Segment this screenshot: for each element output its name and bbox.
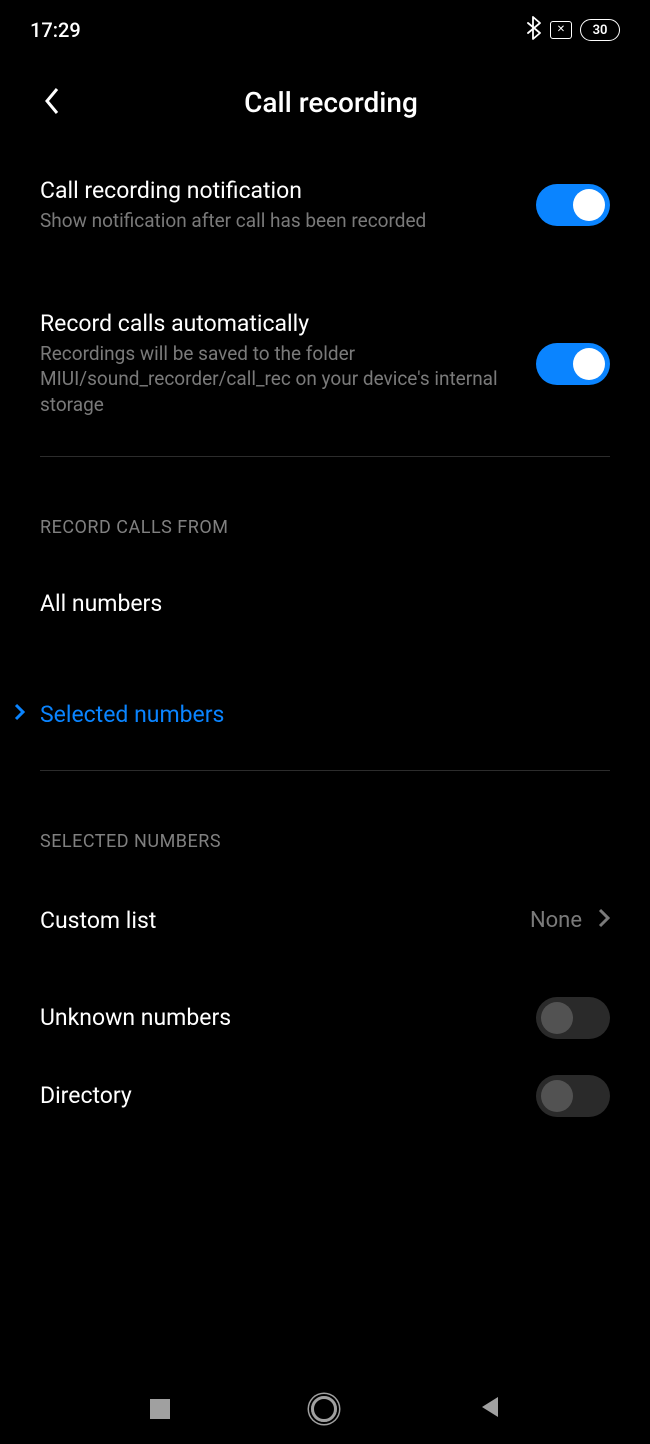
option-all-numbers[interactable]: All numbers [40,548,610,659]
unknown-numbers-toggle[interactable] [536,997,610,1039]
section-header-record-from: RECORD CALLS FROM [40,457,610,548]
chevron-right-icon [598,908,610,932]
status-time: 17:29 [30,18,81,42]
setting-title: Call recording notification [40,177,516,204]
toggle-knob [541,1080,573,1112]
battery-indicator: 30 [580,19,620,41]
option-label: Selected numbers [40,701,224,728]
directory-row[interactable]: Directory [40,1057,610,1135]
header: Call recording [0,56,650,139]
toggle-knob [573,189,605,221]
navigation-bar [0,1374,650,1444]
dnd-icon: ✕ [550,21,572,39]
setting-text: Unknown numbers [40,1004,516,1031]
option-label: All numbers [40,590,162,617]
setting-title: Directory [40,1082,516,1109]
page-title: Call recording [42,86,620,119]
auto-record-toggle[interactable] [536,343,610,385]
option-selected-numbers[interactable]: Selected numbers [14,659,610,770]
setting-text: Record calls automatically Recordings wi… [40,310,516,418]
record-automatically-row[interactable]: Record calls automatically Recordings wi… [40,272,610,456]
back-button[interactable] [42,86,62,120]
directory-toggle[interactable] [536,1075,610,1117]
setting-title: Record calls automatically [40,310,516,337]
status-bar: 17:29 ✕ 30 [0,0,650,56]
section-header-selected-numbers: SELECTED NUMBERS [40,771,610,862]
custom-list-value: None [530,908,582,933]
custom-list-row[interactable]: Custom list None [40,862,610,979]
recents-button[interactable] [150,1399,170,1419]
status-icons: ✕ 30 [526,16,620,44]
chevron-right-icon [14,703,28,725]
toggle-knob [541,1002,573,1034]
toggle-knob [573,348,605,380]
setting-text: Custom list [40,907,530,934]
setting-subtitle: Recordings will be saved to the folder M… [40,341,516,418]
setting-text: Directory [40,1082,516,1109]
call-recording-notification-row[interactable]: Call recording notification Show notific… [40,139,610,272]
setting-title: Unknown numbers [40,1004,516,1031]
setting-title: Custom list [40,907,530,934]
setting-text: Call recording notification Show notific… [40,177,516,234]
home-button[interactable] [311,1396,337,1422]
unknown-numbers-row[interactable]: Unknown numbers [40,979,610,1057]
back-nav-button[interactable] [478,1395,500,1423]
bluetooth-icon [526,16,542,44]
notification-toggle[interactable] [536,184,610,226]
setting-subtitle: Show notification after call has been re… [40,208,516,234]
